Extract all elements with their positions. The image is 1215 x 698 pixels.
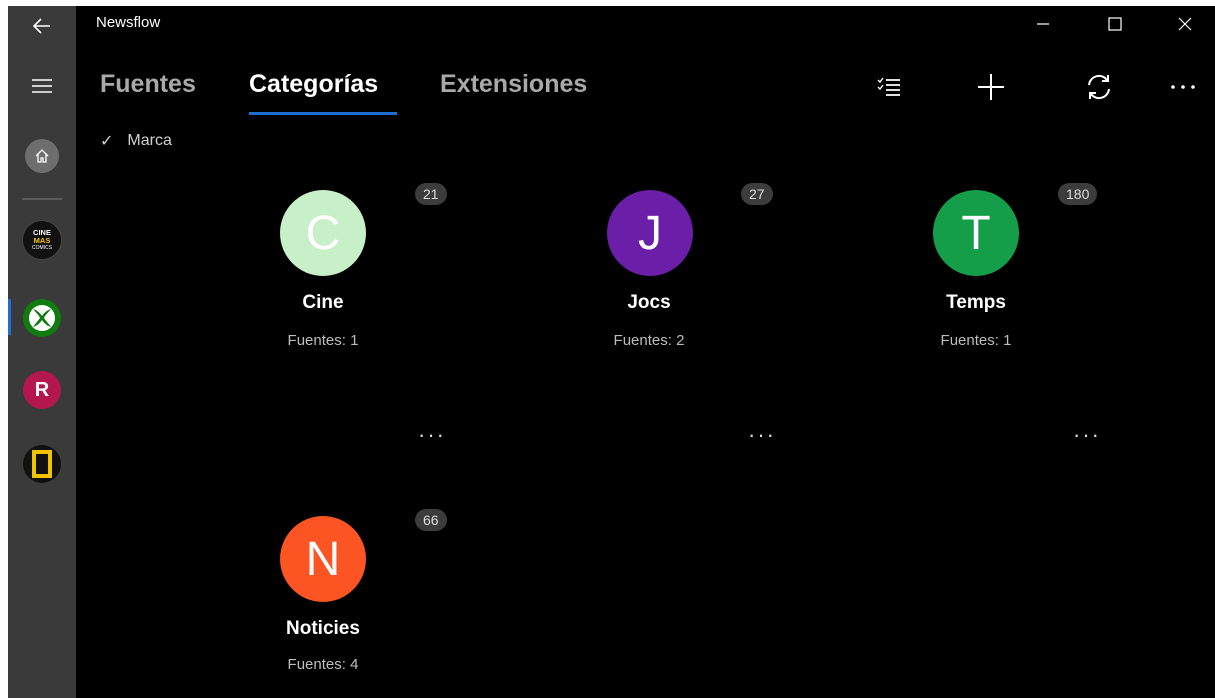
hamburger-icon <box>32 79 52 93</box>
ellipsis-icon <box>1171 85 1195 89</box>
home-icon-circle <box>25 139 59 173</box>
minimize-icon <box>1037 23 1049 25</box>
tab-fuentes[interactable]: Fuentes <box>100 70 196 99</box>
xbox-icon <box>29 305 55 331</box>
unread-badge: 21 <box>415 183 447 205</box>
logo-text-line3: COMICS <box>32 245 52 251</box>
rail-divider <box>22 198 62 200</box>
category-avatar[interactable]: C <box>280 190 366 276</box>
app-title: Newsflow <box>96 14 161 31</box>
tab-extensiones[interactable]: Extensiones <box>440 70 587 99</box>
unread-badge: 180 <box>1058 183 1098 205</box>
window-left-edge <box>0 0 8 698</box>
filter-marca[interactable]: ✓ Marca <box>100 131 172 151</box>
unread-badge: 27 <box>741 183 773 205</box>
source-r[interactable]: R <box>20 368 64 412</box>
active-tab-underline <box>249 112 397 115</box>
category-tile-cine[interactable]: 21 C Cine Fuentes: 1 ··· <box>160 170 490 500</box>
category-name: Temps <box>946 292 1006 313</box>
category-name: Noticies <box>286 618 360 639</box>
category-tile-jocs[interactable]: 27 J Jocs Fuentes: 2 ··· <box>487 170 817 500</box>
yellow-frame-icon <box>32 450 52 478</box>
national-geographic-logo <box>23 445 61 483</box>
sidebar-rail: CINE MAS COMICS R <box>8 6 76 698</box>
filter-label: Marca <box>127 132 172 149</box>
category-avatar[interactable]: J <box>607 190 693 276</box>
tab-categorias[interactable]: Categorías <box>249 70 378 99</box>
close-button[interactable] <box>1162 6 1208 42</box>
checklist-icon <box>877 77 900 96</box>
add-button[interactable] <box>966 62 1016 112</box>
minimize-button[interactable] <box>1020 6 1066 42</box>
logo-text-line2: MAS <box>33 236 51 245</box>
maximize-button[interactable] <box>1092 6 1138 42</box>
select-mode-button[interactable] <box>864 62 914 112</box>
category-more-button[interactable]: ··· <box>418 422 446 448</box>
r-logo: R <box>23 371 61 409</box>
category-source-count: Fuentes: 1 <box>287 332 359 349</box>
back-arrow-icon <box>33 18 50 34</box>
plus-icon <box>978 74 1004 100</box>
source-national-geographic[interactable] <box>20 442 64 486</box>
unread-badge: 66 <box>415 509 447 531</box>
refresh-icon <box>1088 74 1110 100</box>
category-more-button[interactable]: ··· <box>748 422 776 448</box>
category-source-count: Fuentes: 4 <box>287 656 359 673</box>
source-xbox[interactable] <box>20 296 64 340</box>
category-source-count: Fuentes: 2 <box>613 332 685 349</box>
category-tile-temps[interactable]: 180 T Temps Fuentes: 1 ··· <box>813 170 1143 500</box>
category-tile-noticies[interactable]: 66 N Noticies Fuentes: 4 <box>160 496 490 698</box>
checkmark-icon: ✓ <box>100 133 114 150</box>
refresh-button[interactable] <box>1074 62 1124 112</box>
back-button[interactable] <box>8 6 76 46</box>
source-cinemascomics[interactable]: CINE MAS COMICS <box>20 218 64 262</box>
close-icon <box>1178 17 1192 31</box>
home-button[interactable] <box>8 136 76 176</box>
more-options-button[interactable] <box>1158 62 1208 112</box>
category-name: Cine <box>302 292 344 313</box>
maximize-icon <box>1108 17 1122 31</box>
hamburger-menu-button[interactable] <box>8 66 76 106</box>
category-avatar[interactable]: T <box>933 190 1019 276</box>
cinemascomics-logo: CINE MAS COMICS <box>22 220 62 260</box>
xbox-logo <box>23 299 61 337</box>
home-icon <box>35 149 49 163</box>
category-source-count: Fuentes: 1 <box>940 332 1012 349</box>
category-more-button[interactable]: ··· <box>1073 422 1101 448</box>
category-avatar[interactable]: N <box>280 516 366 602</box>
category-name: Jocs <box>627 292 671 313</box>
selected-indicator <box>8 299 11 335</box>
